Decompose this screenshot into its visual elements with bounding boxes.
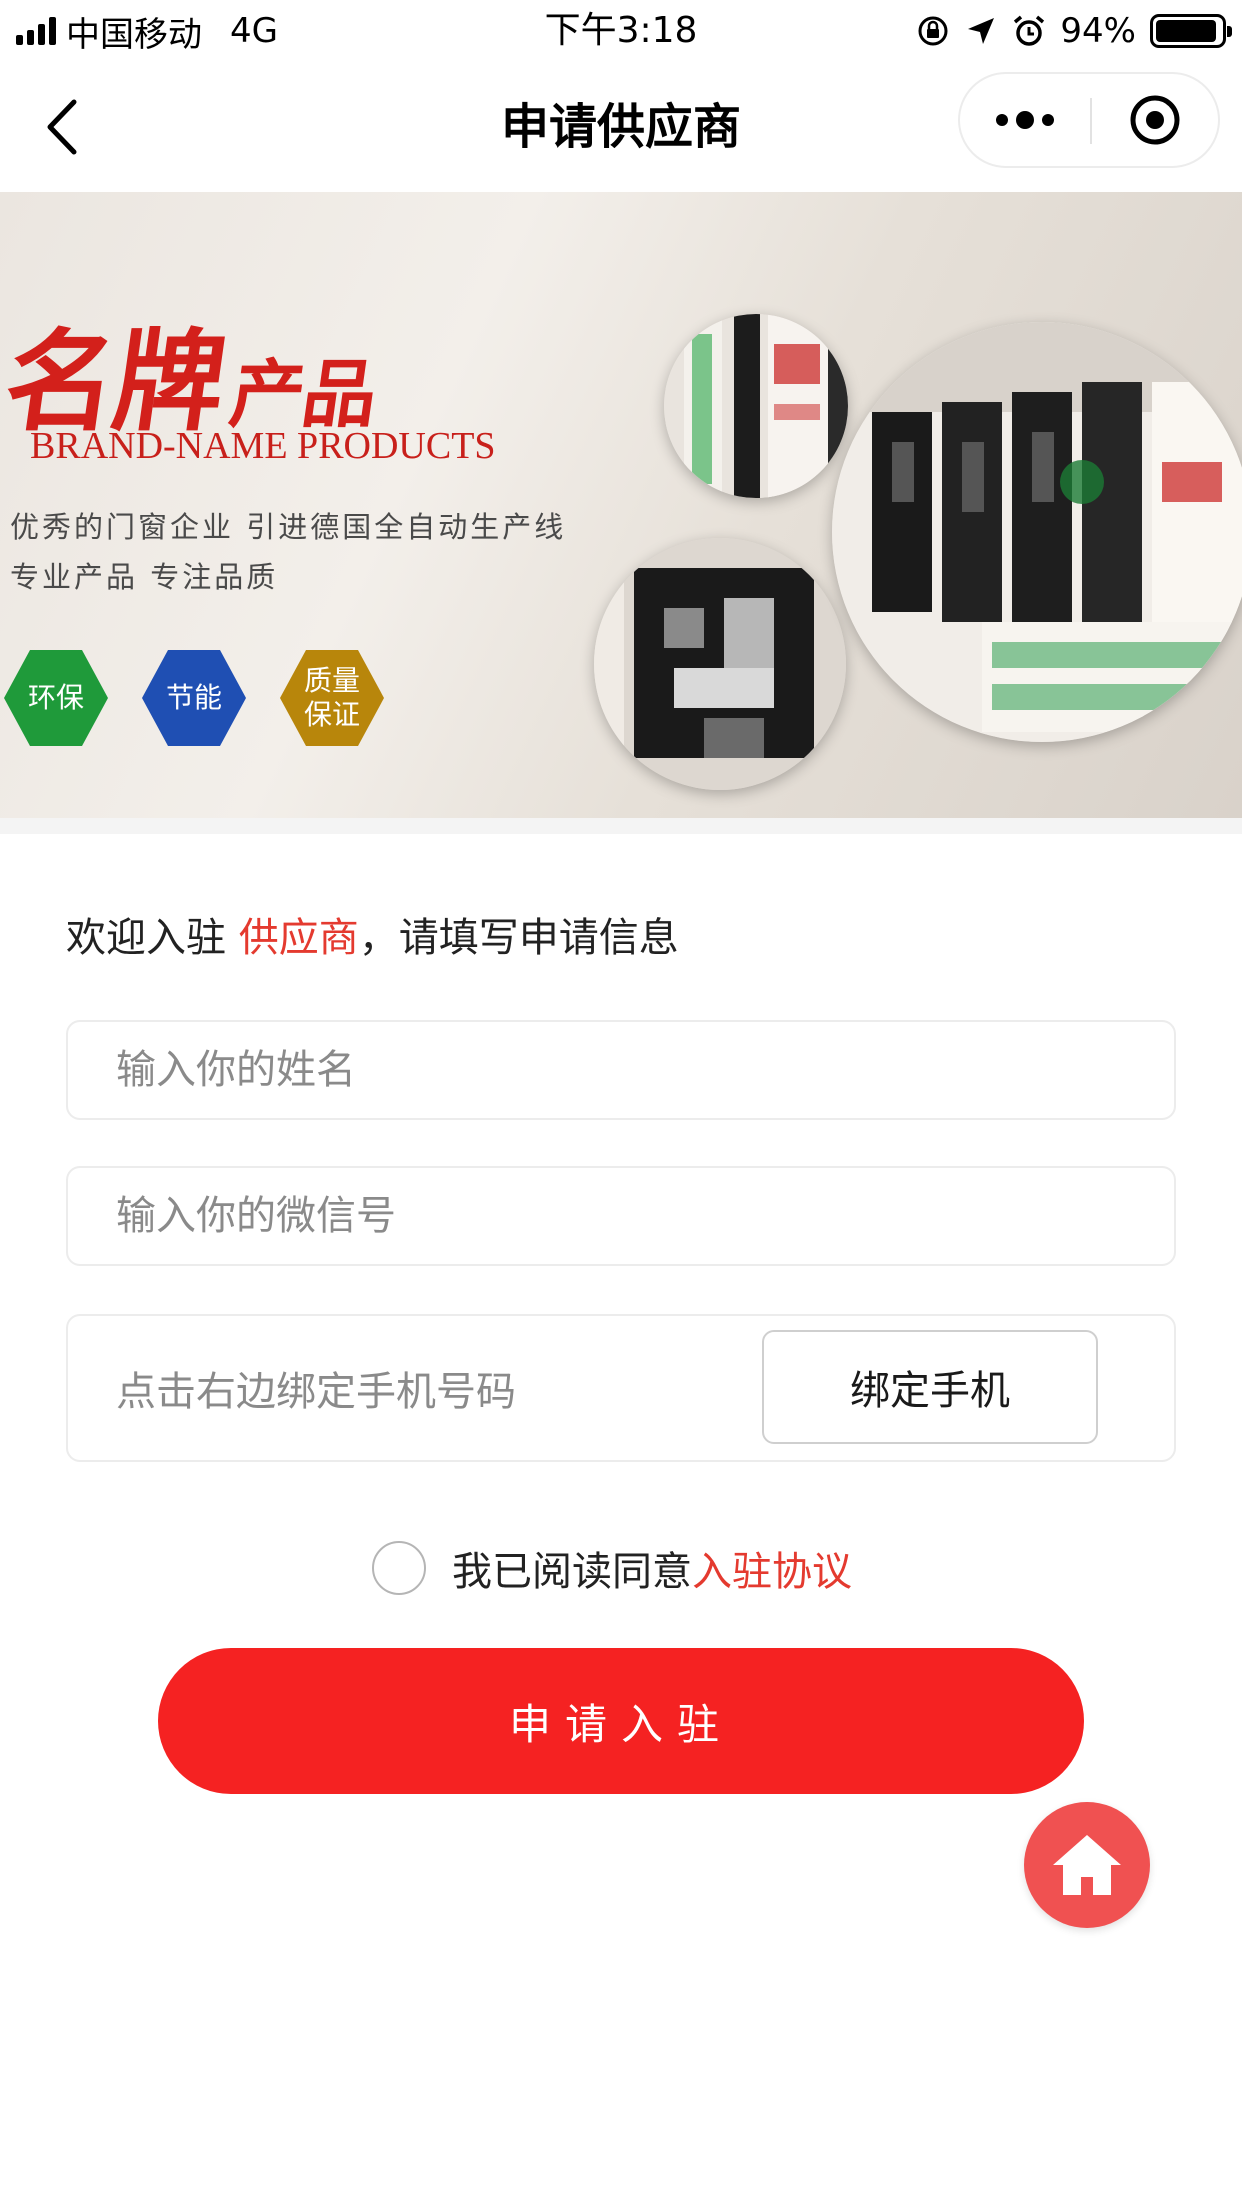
close-button[interactable] (1092, 74, 1218, 166)
banner-line-2: 专业产品 专注品质 (10, 560, 279, 594)
mini-program-capsule (958, 72, 1220, 168)
banner-subtitle: BRAND-NAME PRODUCTS (30, 425, 496, 467)
bind-phone-button[interactable]: 绑定手机 (762, 1330, 1098, 1444)
more-dots-icon (996, 114, 1008, 126)
badge-energy: 节能 (142, 650, 246, 746)
more-button[interactable] (960, 74, 1090, 166)
target-circle-icon (1130, 95, 1180, 145)
alarm-icon (1014, 15, 1045, 46)
location-arrow-icon (968, 18, 995, 44)
banner-line-1: 优秀的门窗企业 引进德国全自动生产线 (10, 510, 567, 544)
phone-placeholder[interactable]: 点击右边绑定手机号码 (116, 1316, 516, 1460)
page: 中国移动 4G 下午3:18 94% 申请供应商 名牌产品 BRAND-NAME… (0, 0, 1242, 2208)
wechat-input[interactable] (68, 1168, 1174, 1264)
orientation-lock-icon (918, 16, 948, 46)
welcome-highlight: 供应商 (238, 915, 359, 961)
section-divider (0, 818, 1242, 834)
agreement-link[interactable]: 入驻协议 (692, 1539, 852, 1597)
product-photo-small-bottom (594, 538, 846, 790)
product-photo-large (832, 322, 1242, 742)
nav-bar: 申请供应商 (0, 62, 1242, 192)
agree-radio[interactable] (372, 1541, 426, 1595)
banner: 名牌产品 BRAND-NAME PRODUCTS 优秀的门窗企业 引进德国全自动… (0, 192, 1242, 818)
battery-percent: 94% (1060, 11, 1136, 51)
status-right: 94% (916, 8, 1232, 54)
product-photo-small-top (664, 314, 848, 498)
badge-eco: 环保 (4, 650, 108, 746)
agree-text: 我已阅读同意 (452, 1549, 692, 1595)
welcome-text: 欢迎入驻 供应商，请填写申请信息 (66, 915, 679, 961)
agreement-row: 我已阅读同意 入驻协议 (372, 1538, 852, 1598)
home-button[interactable] (1024, 1802, 1150, 1928)
submit-button[interactable]: 申请入驻 (158, 1648, 1084, 1794)
battery-fill (1156, 20, 1217, 42)
status-bar: 中国移动 4G 下午3:18 94% (0, 0, 1242, 62)
phone-field: 点击右边绑定手机号码 绑定手机 (66, 1314, 1176, 1462)
badge-quality: 质量 保证 (280, 650, 384, 746)
battery-icon (1150, 14, 1232, 48)
wechat-field (66, 1166, 1176, 1266)
name-input[interactable] (68, 1022, 1174, 1118)
name-field (66, 1020, 1176, 1120)
home-icon (1053, 1835, 1121, 1895)
